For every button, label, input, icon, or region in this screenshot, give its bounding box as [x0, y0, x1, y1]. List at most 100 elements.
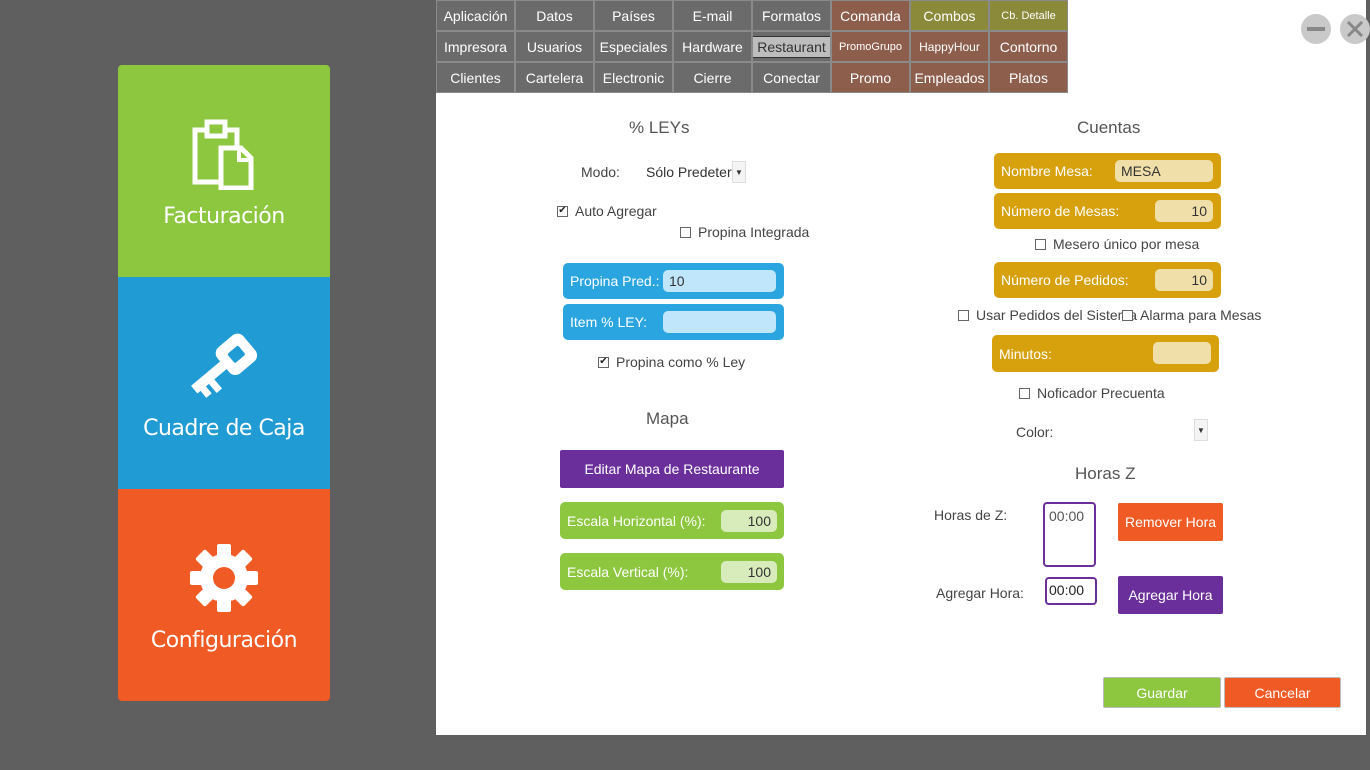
tab-restaurant[interactable]: Restaurant	[752, 31, 831, 62]
item-ley-row: Item % LEY:	[563, 304, 784, 340]
numero-pedidos-input[interactable]: 10	[1155, 269, 1213, 291]
agregar-hora-label: Agregar Hora:	[936, 585, 1024, 601]
cancelar-button[interactable]: Cancelar	[1224, 677, 1341, 708]
agregar-hora-button[interactable]: Agregar Hora	[1118, 576, 1223, 614]
close-button[interactable]	[1340, 14, 1370, 44]
propina-pred-row: Propina Pred.: 10	[563, 263, 784, 299]
color-label: Color:	[1016, 424, 1054, 440]
cuentas-title: Cuentas	[1077, 118, 1141, 137]
item-ley-label: Item % LEY:	[570, 314, 648, 330]
checkbox-unchecked-icon	[1035, 238, 1046, 250]
tab-electronic[interactable]: Electronic	[594, 62, 673, 93]
numero-mesas-input[interactable]: 10	[1155, 200, 1213, 222]
numero-mesas-label: Número de Mesas:	[1001, 203, 1120, 219]
settings-panel	[436, 0, 1366, 735]
editar-mapa-button[interactable]: Editar Mapa de Restaurante	[560, 450, 784, 488]
propina-integrada-label: Propina Integrada	[698, 224, 810, 240]
checkbox-unchecked-icon	[958, 309, 969, 321]
tab-aplicacion[interactable]: Aplicación	[436, 0, 515, 31]
minutos-input[interactable]	[1153, 342, 1211, 364]
settings-tabs: Aplicación Datos Países E-mail Formatos …	[436, 0, 1068, 93]
modo-select[interactable]: Sólo Predeterr ▼	[640, 160, 748, 184]
horas-z-list[interactable]: 00:00	[1043, 502, 1096, 567]
propina-como-ley-checkbox[interactable]: ✔ Propina como % Ley	[598, 354, 745, 370]
alarma-mesas-label: Alarma para Mesas	[1140, 307, 1262, 323]
chevron-down-icon: ▼	[1194, 419, 1208, 441]
tab-promogrupo[interactable]: PromoGrupo	[831, 31, 910, 62]
tab-happyhour[interactable]: HappyHour	[910, 31, 989, 62]
escala-horizontal-row: Escala Horizontal (%): 100	[560, 502, 784, 539]
nombre-mesa-input[interactable]: MESA	[1115, 160, 1213, 182]
minimize-button[interactable]	[1301, 14, 1331, 44]
left-menu: Facturación Cuadre de Caja Configuración	[118, 65, 330, 701]
tab-impresora[interactable]: Impresora	[436, 31, 515, 62]
minimize-icon	[1307, 27, 1325, 31]
menu-label-facturacion: Facturación	[163, 203, 285, 229]
horas-de-z-label: Horas de Z:	[934, 507, 1008, 523]
numero-mesas-row: Número de Mesas: 10	[994, 193, 1221, 229]
checkbox-checked-icon: ✔	[557, 205, 568, 217]
tab-cartelera[interactable]: Cartelera	[515, 62, 594, 93]
nombre-mesa-row: Nombre Mesa: MESA	[994, 153, 1221, 189]
agregar-hora-input[interactable]: 00:00	[1045, 577, 1097, 605]
tab-usuarios[interactable]: Usuarios	[515, 31, 594, 62]
mesero-unico-checkbox[interactable]: Mesero único por mesa	[1035, 236, 1199, 252]
checkbox-checked-icon: ✔	[598, 356, 609, 368]
chevron-down-icon: ▼	[732, 161, 746, 183]
tab-combos[interactable]: Combos	[910, 0, 989, 31]
leys-title: % LEYs	[629, 118, 690, 137]
tab-paises[interactable]: Países	[594, 0, 673, 31]
item-ley-input[interactable]	[663, 311, 776, 333]
escala-vertical-label: Escala Vertical (%):	[567, 563, 689, 580]
tab-hardware[interactable]: Hardware	[673, 31, 752, 62]
auto-agregar-checkbox[interactable]: ✔ Auto Agregar	[557, 203, 657, 219]
guardar-button[interactable]: Guardar	[1103, 677, 1221, 708]
minutos-label: Minutos:	[999, 345, 1052, 362]
tab-restaurant-label: Restaurant	[753, 35, 830, 58]
propina-como-ley-label: Propina como % Ley	[616, 354, 746, 370]
tab-cb-detalle[interactable]: Cb. Detalle	[989, 0, 1068, 31]
modo-select-value: Sólo Predeterr	[646, 164, 732, 180]
escala-horizontal-label: Escala Horizontal (%):	[567, 512, 706, 529]
tab-comanda[interactable]: Comanda	[831, 0, 910, 31]
noficador-checkbox[interactable]: Noficador Precuenta	[1019, 385, 1165, 401]
menu-cuadre-de-caja[interactable]: Cuadre de Caja	[118, 277, 330, 489]
horas-z-list-item[interactable]: 00:00	[1049, 508, 1084, 524]
alarma-mesas-checkbox[interactable]: Alarma para Mesas	[1122, 307, 1261, 323]
horas-z-title: Horas Z	[1075, 464, 1136, 483]
tab-empleados[interactable]: Empleados	[910, 62, 989, 93]
clipboard-icon	[184, 114, 264, 194]
menu-facturacion[interactable]: Facturación	[118, 65, 330, 277]
tab-especiales[interactable]: Especiales	[594, 31, 673, 62]
mesero-unico-label: Mesero único por mesa	[1053, 236, 1200, 252]
propina-pred-label: Propina Pred.:	[570, 273, 660, 289]
tab-email[interactable]: E-mail	[673, 0, 752, 31]
escala-vertical-input[interactable]: 100	[721, 561, 777, 583]
minutos-row: Minutos:	[992, 335, 1219, 372]
escala-horizontal-input[interactable]: 100	[721, 510, 777, 532]
usar-pedidos-checkbox[interactable]: Usar Pedidos del Sistema	[958, 307, 1137, 323]
tab-promo[interactable]: Promo	[831, 62, 910, 93]
numero-pedidos-label: Número de Pedidos:	[1001, 272, 1129, 288]
tab-platos[interactable]: Platos	[989, 62, 1068, 93]
tab-conectar[interactable]: Conectar	[752, 62, 831, 93]
numero-pedidos-row: Número de Pedidos: 10	[994, 262, 1221, 298]
propina-pred-input[interactable]: 10	[663, 270, 776, 292]
escala-vertical-row: Escala Vertical (%): 100	[560, 553, 784, 590]
remover-hora-button[interactable]: Remover Hora	[1118, 503, 1223, 541]
tab-clientes[interactable]: Clientes	[436, 62, 515, 93]
menu-label-cuadre: Cuadre de Caja	[143, 415, 305, 441]
menu-label-configuracion: Configuración	[150, 627, 298, 653]
mapa-title: Mapa	[646, 409, 689, 428]
tab-datos[interactable]: Datos	[515, 0, 594, 31]
checkbox-unchecked-icon	[1019, 387, 1030, 399]
tab-formatos[interactable]: Formatos	[752, 0, 831, 31]
close-icon	[1346, 20, 1364, 38]
nombre-mesa-label: Nombre Mesa:	[1001, 163, 1093, 179]
tab-contorno[interactable]: Contorno	[989, 31, 1068, 62]
propina-integrada-checkbox[interactable]: Propina Integrada	[680, 224, 809, 240]
color-select[interactable]: ▼	[1060, 418, 1208, 442]
tab-cierre[interactable]: Cierre	[673, 62, 752, 93]
menu-configuracion[interactable]: Configuración	[118, 489, 330, 701]
modo-label: Modo:	[581, 164, 620, 180]
